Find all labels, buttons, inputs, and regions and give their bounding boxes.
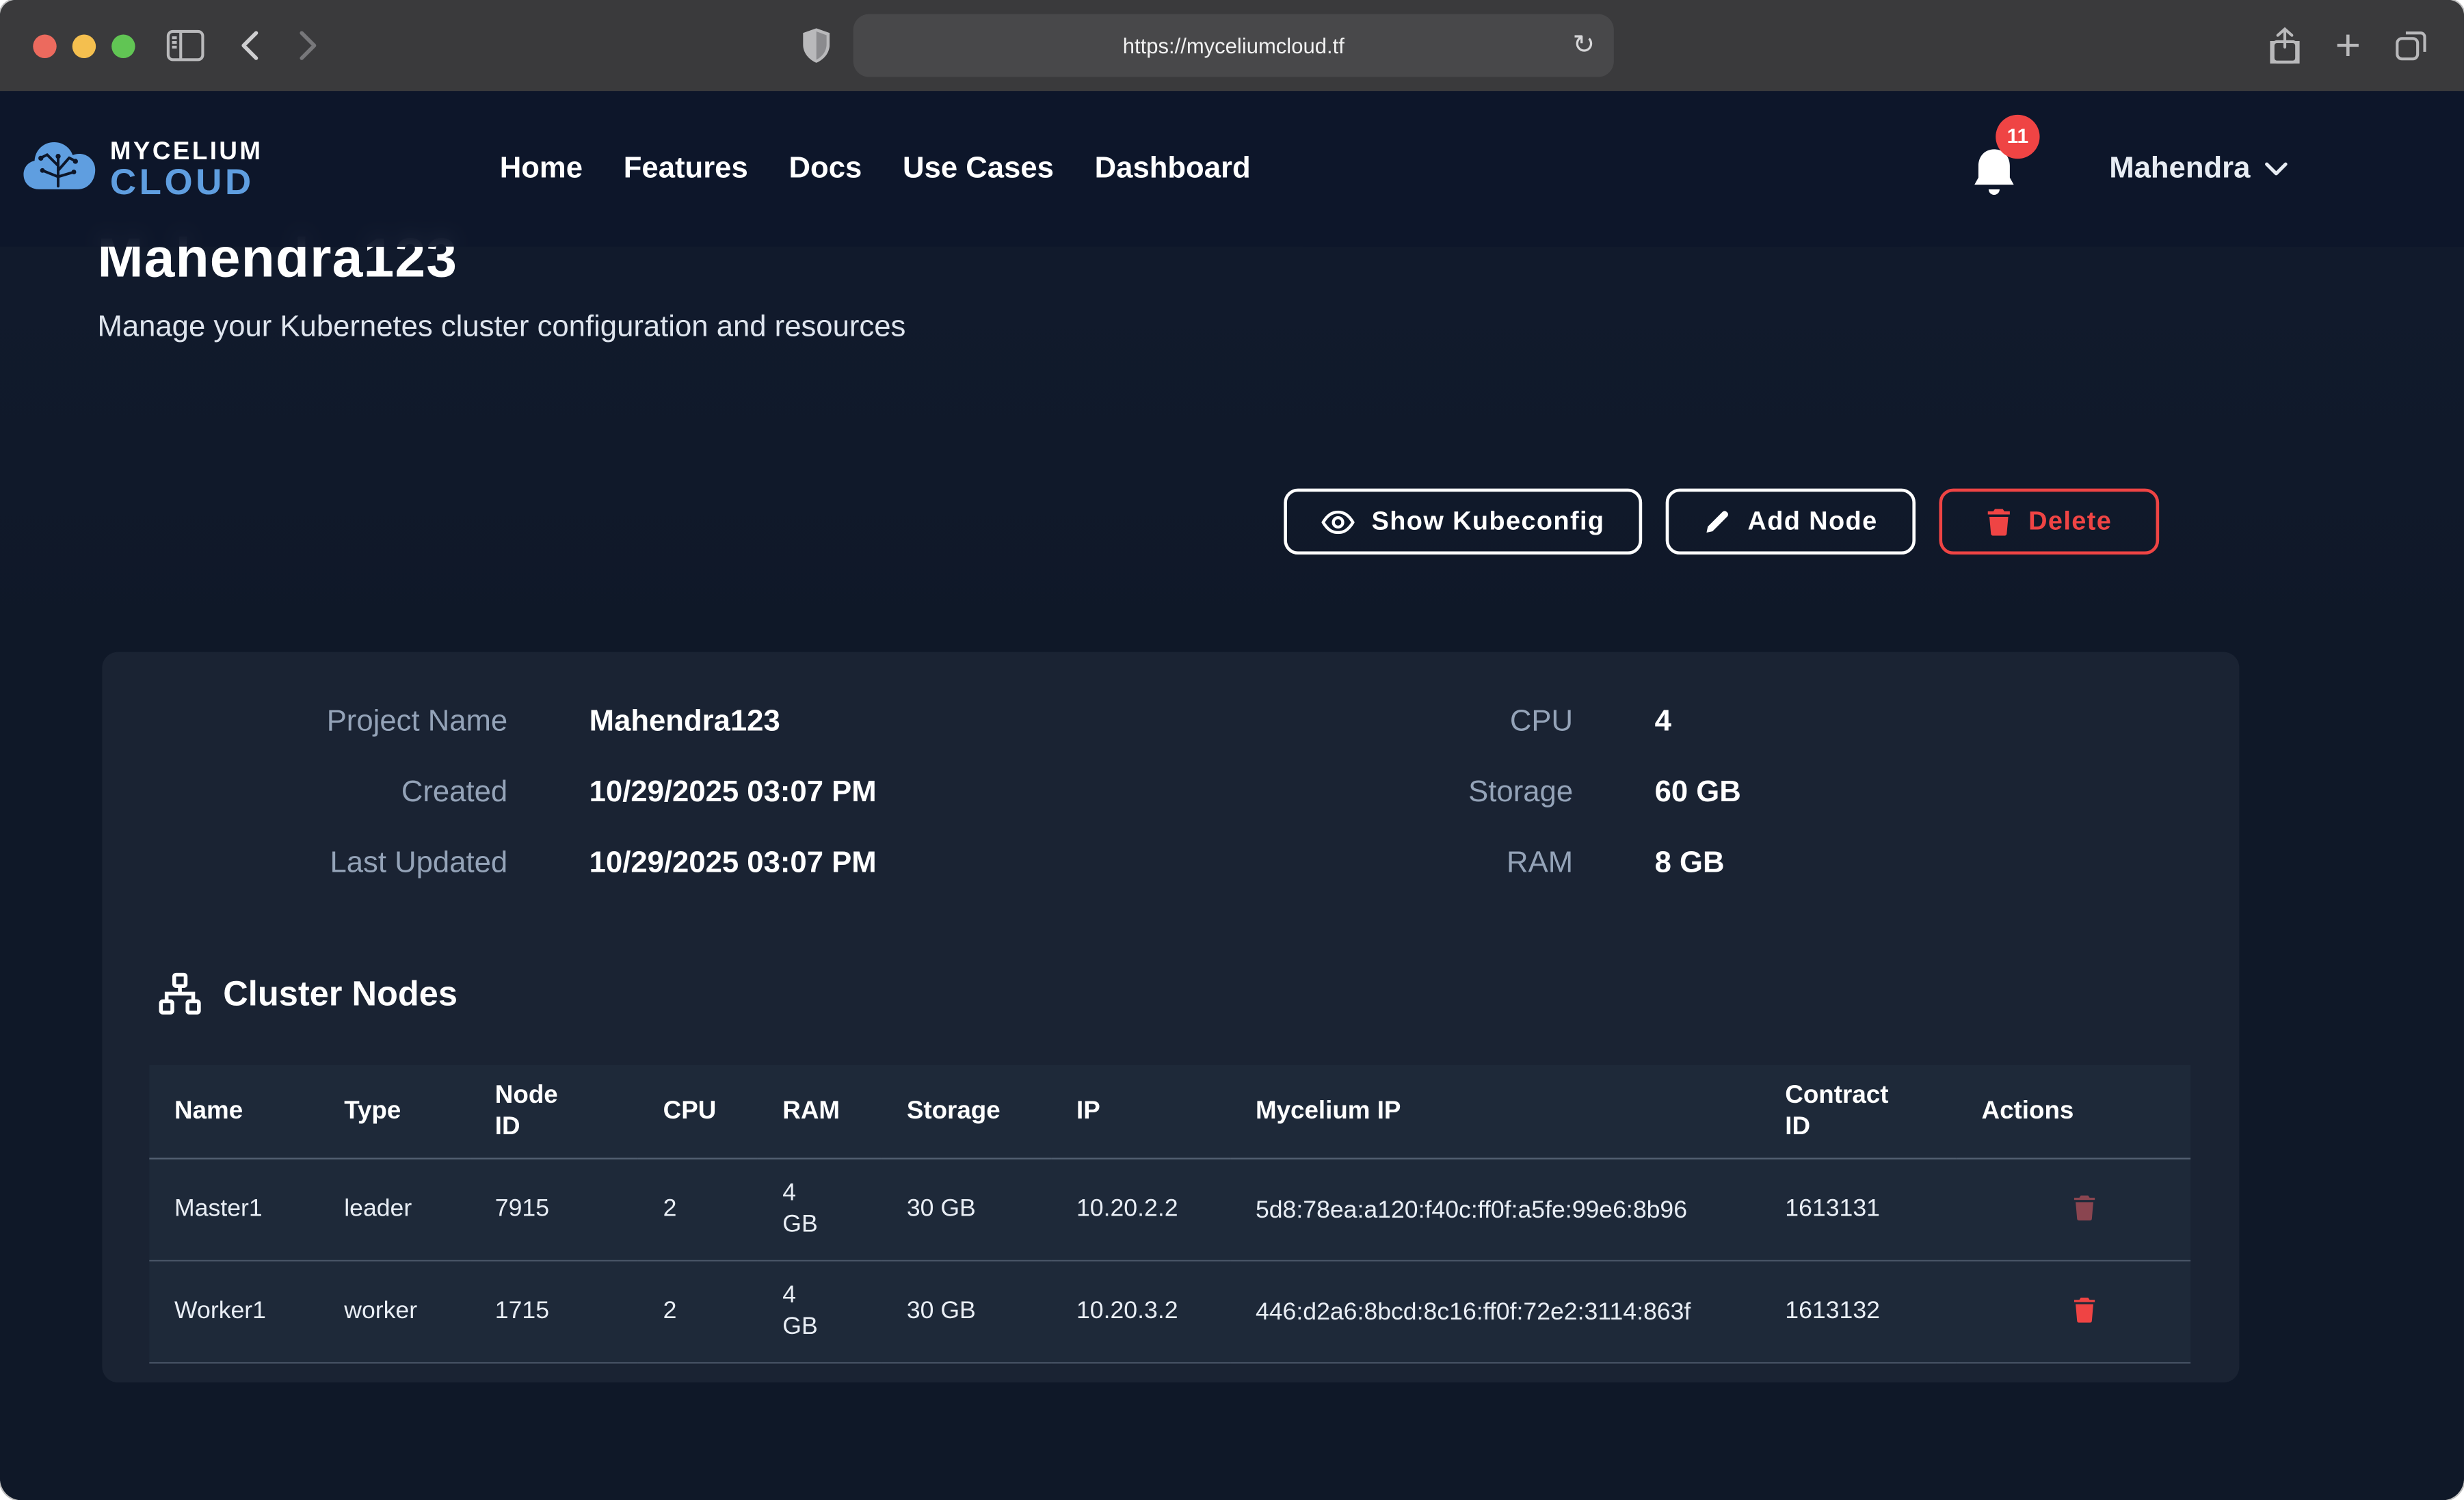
last-updated-value: 10/29/2025 03:07 PM bbox=[589, 847, 877, 882]
chevron-down-icon bbox=[2264, 162, 2288, 176]
cell-cpu: 2 bbox=[638, 1261, 758, 1363]
user-menu[interactable]: Mahendra bbox=[2109, 152, 2288, 187]
col-contract-id: Contract ID bbox=[1760, 1065, 1957, 1159]
notifications-button[interactable]: 11 bbox=[1970, 146, 2017, 199]
project-name-value: Mahendra123 bbox=[589, 706, 780, 740]
table-header-row: Name Type Node ID CPU RAM Storage IP Myc… bbox=[149, 1065, 2190, 1159]
delete-node-button[interactable] bbox=[2073, 1194, 2096, 1225]
cluster-nodes-header: Cluster Nodes bbox=[157, 971, 458, 1017]
show-kubeconfig-button[interactable]: Show Kubeconfig bbox=[1284, 489, 1643, 555]
cloud-logo-icon bbox=[22, 138, 97, 200]
reload-icon[interactable]: ↻ bbox=[1573, 30, 1595, 62]
pencil-icon bbox=[1704, 508, 1730, 535]
cell-type: worker bbox=[319, 1261, 470, 1363]
col-node-id: Node ID bbox=[470, 1065, 638, 1159]
trash-icon bbox=[2073, 1296, 2096, 1323]
cell-contract-id: 1613132 bbox=[1760, 1261, 1957, 1363]
brand-text: MYCELIUM CLOUD bbox=[110, 140, 263, 198]
cluster-nodes-table: Name Type Node ID CPU RAM Storage IP Myc… bbox=[149, 1065, 2190, 1364]
cell-ip: 10.20.3.2 bbox=[1051, 1261, 1230, 1363]
site-navbar: MYCELIUM CLOUD Home Features Docs Use Ca… bbox=[0, 91, 2464, 246]
nav-link-dashboard[interactable]: Dashboard bbox=[1095, 152, 1251, 187]
nav-link-features[interactable]: Features bbox=[624, 152, 748, 187]
delete-cluster-button[interactable]: Delete bbox=[1939, 489, 2159, 555]
cell-name: Master1 bbox=[149, 1159, 319, 1261]
add-node-button[interactable]: Add Node bbox=[1666, 489, 1916, 555]
zoom-window-button[interactable] bbox=[111, 35, 135, 58]
back-button[interactable] bbox=[239, 30, 259, 62]
cluster-actions: Show Kubeconfig Add Node Delete bbox=[1284, 489, 2159, 555]
cell-ip: 10.20.2.2 bbox=[1051, 1159, 1230, 1261]
nav-link-home[interactable]: Home bbox=[500, 152, 583, 187]
cell-storage: 30 GB bbox=[882, 1261, 1051, 1363]
minimize-window-button[interactable] bbox=[72, 35, 96, 58]
cell-storage: 30 GB bbox=[882, 1159, 1051, 1261]
notification-badge: 11 bbox=[1996, 114, 2039, 158]
cell-actions bbox=[1957, 1159, 2190, 1261]
cell-node-id: 1715 bbox=[470, 1261, 638, 1363]
cell-type: leader bbox=[319, 1159, 470, 1261]
storage-label: Storage bbox=[1167, 776, 1573, 811]
page-subtitle: Manage your Kubernetes cluster configura… bbox=[97, 311, 905, 346]
last-updated-label: Last Updated bbox=[102, 847, 507, 882]
browser-window: https://myceliumcloud.tf ↻ + Mahendra123 bbox=[0, 0, 2464, 1500]
table-row-master1: Master1 leader 7915 2 4 GB 30 GB 10.20.2… bbox=[149, 1159, 2190, 1261]
cell-actions bbox=[1957, 1261, 2190, 1363]
share-icon[interactable] bbox=[2269, 27, 2301, 64]
delete-node-button[interactable] bbox=[2073, 1296, 2096, 1328]
col-mycelium-ip: Mycelium IP bbox=[1230, 1065, 1760, 1159]
eye-icon bbox=[1321, 510, 1354, 533]
forward-button[interactable] bbox=[299, 30, 319, 62]
col-actions: Actions bbox=[1957, 1065, 2190, 1159]
created-label: Created bbox=[102, 776, 507, 811]
cell-mycelium-ip: 5d8:78ea:a120:f40c:ff0f:a5fe:99e6:8b96 bbox=[1230, 1159, 1760, 1261]
nav-link-docs[interactable]: Docs bbox=[789, 152, 862, 187]
cell-ram: 4 GB bbox=[758, 1261, 882, 1363]
project-info-card: Project Name Mahendra123 Created 10/29/2… bbox=[102, 652, 2239, 1382]
delete-label: Delete bbox=[2028, 507, 2112, 537]
table-row-worker1: Worker1 worker 1715 2 4 GB 30 GB 10.20.3… bbox=[149, 1261, 2190, 1363]
cpu-value: 4 bbox=[1655, 706, 1671, 740]
cell-mycelium-ip: 446:d2a6:8bcd:8c16:ff0f:72e2:3114:863f bbox=[1230, 1261, 1760, 1363]
ram-value: 8 GB bbox=[1655, 847, 1725, 882]
ram-label: RAM bbox=[1167, 847, 1573, 882]
brand-logo[interactable]: MYCELIUM CLOUD bbox=[22, 138, 263, 200]
page-content: Mahendra123 MYCELI bbox=[0, 91, 2464, 1500]
nav-links: Home Features Docs Use Cases Dashboard bbox=[500, 152, 1251, 187]
project-name-label: Project Name bbox=[102, 706, 507, 740]
close-window-button[interactable] bbox=[33, 35, 56, 58]
address-bar[interactable]: https://myceliumcloud.tf ↻ bbox=[853, 14, 1614, 77]
tab-overview-icon[interactable] bbox=[2395, 28, 2430, 63]
nav-link-use-cases[interactable]: Use Cases bbox=[903, 152, 1054, 187]
storage-value: 60 GB bbox=[1655, 776, 1741, 811]
col-type: Type bbox=[319, 1065, 470, 1159]
trash-icon bbox=[1986, 507, 2011, 535]
cell-ram: 4 GB bbox=[758, 1159, 882, 1261]
show-kubeconfig-label: Show Kubeconfig bbox=[1372, 507, 1605, 537]
sidebar-toggle-icon[interactable] bbox=[167, 30, 204, 62]
cell-cpu: 2 bbox=[638, 1159, 758, 1261]
trash-icon bbox=[2073, 1194, 2096, 1220]
col-ram: RAM bbox=[758, 1065, 882, 1159]
network-icon bbox=[157, 971, 203, 1017]
url-text: https://myceliumcloud.tf bbox=[1123, 34, 1344, 57]
created-value: 10/29/2025 03:07 PM bbox=[589, 776, 877, 811]
new-tab-icon[interactable]: + bbox=[2335, 21, 2361, 71]
col-ip: IP bbox=[1051, 1065, 1230, 1159]
user-name: Mahendra bbox=[2109, 152, 2250, 187]
screenshot-stage: https://myceliumcloud.tf ↻ + Mahendra123 bbox=[0, 0, 2464, 1500]
cpu-label: CPU bbox=[1167, 706, 1573, 740]
cell-name: Worker1 bbox=[149, 1261, 319, 1363]
cluster-nodes-title: Cluster Nodes bbox=[223, 973, 458, 1014]
col-cpu: CPU bbox=[638, 1065, 758, 1159]
cell-node-id: 7915 bbox=[470, 1159, 638, 1261]
col-name: Name bbox=[149, 1065, 319, 1159]
cell-contract-id: 1613131 bbox=[1760, 1159, 1957, 1261]
browser-toolbar: https://myceliumcloud.tf ↻ + bbox=[0, 0, 2464, 91]
brand-name-bottom: CLOUD bbox=[110, 163, 263, 198]
privacy-shield-icon[interactable] bbox=[803, 28, 830, 63]
add-node-label: Add Node bbox=[1748, 507, 1878, 537]
col-storage: Storage bbox=[882, 1065, 1051, 1159]
